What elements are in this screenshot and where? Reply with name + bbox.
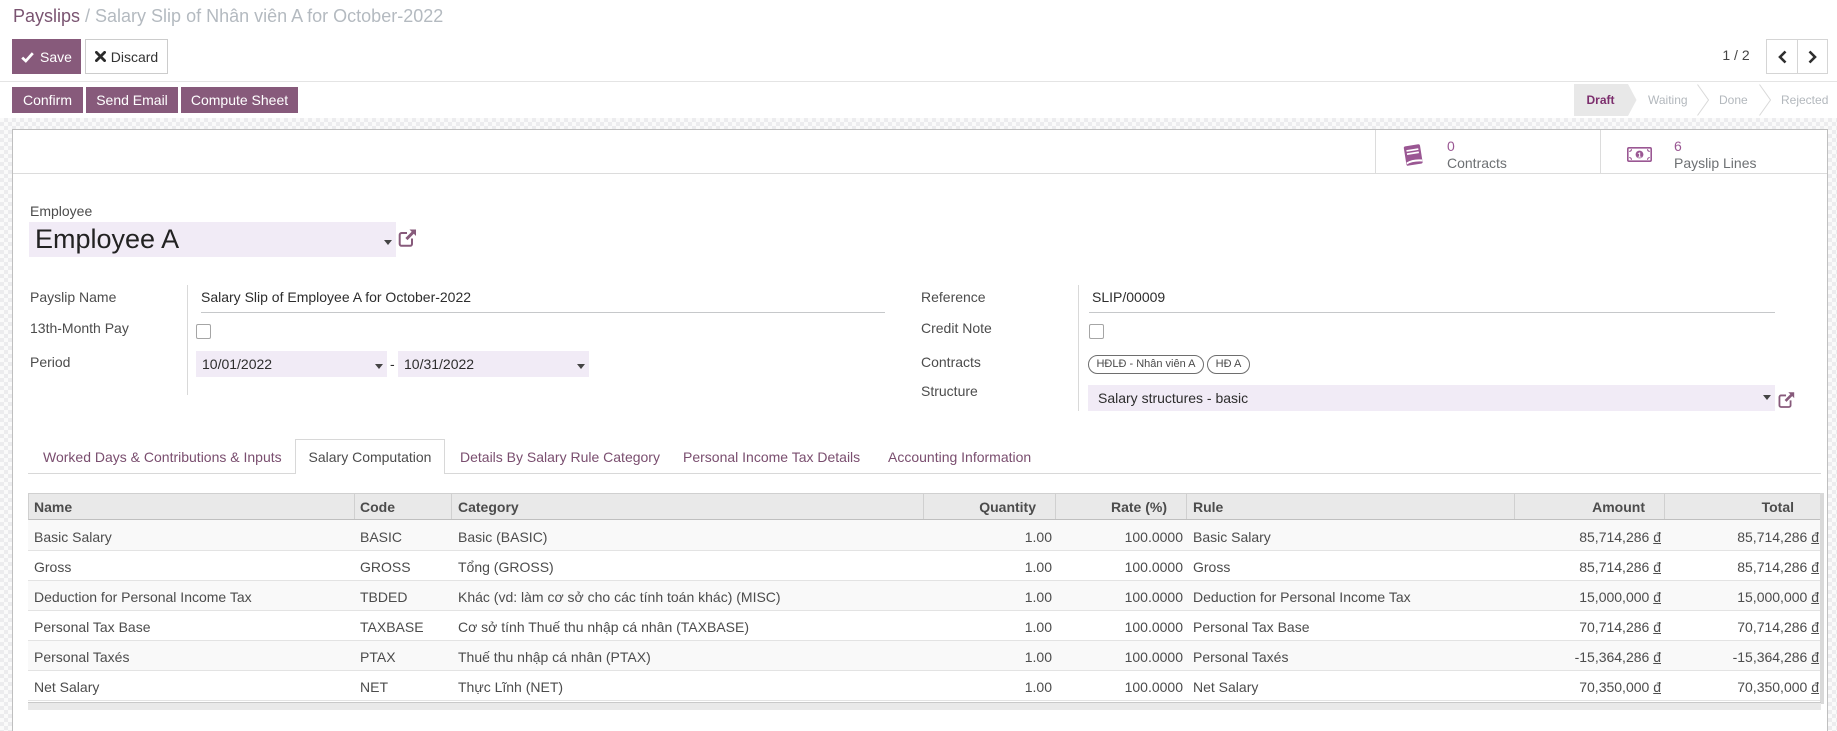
svg-text:1: 1	[1637, 150, 1641, 159]
